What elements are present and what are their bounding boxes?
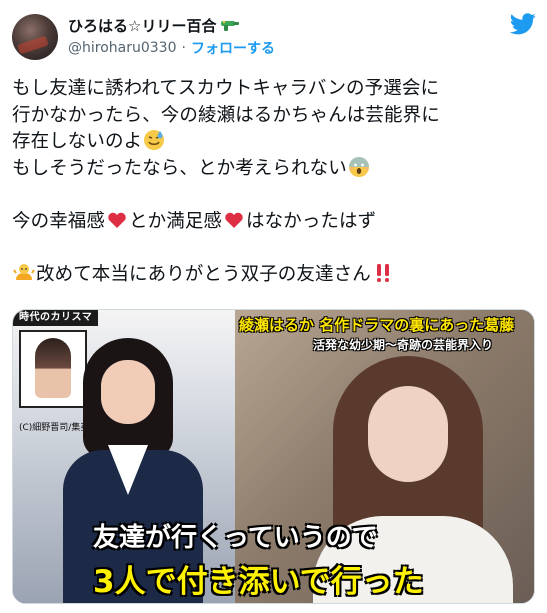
handle-row: @hiroharu0330 · フォローする	[68, 39, 275, 57]
tv-caption-subtitle: 活発な幼少期～奇跡の芸能界入り	[313, 338, 494, 352]
tweet-line: 存在しないのよ	[12, 129, 540, 156]
double-exclamation-icon	[376, 264, 389, 283]
name-row: ひろはる☆リリー百合	[68, 15, 240, 35]
water-gun-icon	[221, 20, 240, 31]
tweet-line: 改めて本当にありがとう双子の友達さん	[12, 262, 540, 289]
follow-button[interactable]: フォローする	[191, 38, 275, 58]
twitter-bird-icon[interactable]	[510, 13, 536, 35]
tweet-line-text: とか満足感	[129, 210, 223, 232]
tweet-header: ひろはる☆リリー百合 @hiroharu0330 · フォローする	[0, 0, 547, 74]
tweet-line-text: 改めて本当にありがとう双子の友達さん	[36, 264, 371, 286]
user-handle[interactable]: @hiroharu0330	[68, 40, 177, 56]
tweet-line-text: 存在しないのよ	[12, 131, 143, 153]
subtitle-line-2: 3人で付き添いで行った	[93, 564, 424, 600]
baby-chick-icon	[13, 264, 35, 281]
tweet-line-text: はなかったはず	[246, 210, 377, 232]
display-name[interactable]: ひろはる☆リリー百合	[68, 15, 216, 36]
tweet-text: もし友達に誘われてスカウトキャラバンの予選会に 行かなかったら、今の綾瀬はるかち…	[12, 76, 540, 289]
tv-caption-title: 綾瀬はるか 名作ドラマの裏にあった葛藤	[239, 316, 515, 334]
separator-dot: ·	[181, 40, 186, 56]
tweet-line: もし友達に誘われてスカウトキャラバンの予選会に	[12, 78, 440, 99]
subtitle-line-1: 友達が行くっていうので	[93, 523, 378, 553]
show-corner-title: 時代のカリスマ	[13, 310, 99, 326]
scream-icon	[348, 156, 369, 177]
tweet-line: 今の幸福感 とか満足感 はなかったはず	[12, 209, 540, 236]
tweet-line: 行かなかったら、今の綾瀬はるかちゃんは芸能界に	[12, 104, 440, 126]
tweet-media-image[interactable]: 時代のカリスマ (C)細野晋司/集英社 綾瀬はるか 名作ドラマの裏にあった葛藤 …	[12, 309, 535, 604]
tweet-line-text: 今の幸福感	[12, 210, 106, 232]
tweet-line: もしそうだったなら、とか考えられない	[12, 156, 540, 183]
red-heart-icon	[108, 212, 126, 228]
sweat-smile-icon	[144, 130, 165, 151]
tweet-line-text: もしそうだったなら、とか考えられない	[12, 157, 347, 179]
red-heart-icon	[225, 212, 243, 228]
avatar[interactable]	[12, 14, 58, 60]
